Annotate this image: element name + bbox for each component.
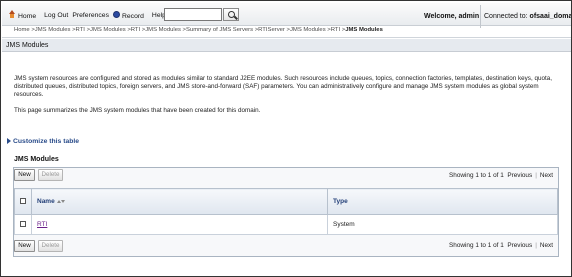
select-all-header[interactable] (14, 188, 32, 215)
search-input[interactable] (164, 8, 222, 21)
welcome-text: Welcome, admin (424, 13, 480, 20)
select-all-checkbox[interactable] (20, 197, 26, 204)
breadcrumb-links[interactable]: Home >JMS Modules >RTI >JMS Modules >RTI… (14, 27, 345, 33)
sort-icon[interactable] (56, 199, 65, 203)
home-icon (8, 10, 16, 18)
page-title: JMS Modules (6, 42, 49, 49)
row-select-cell (14, 214, 32, 235)
page-title-bar (2, 39, 571, 52)
connected-text: Connected to: ofsaai_domain (484, 13, 572, 20)
connected-label: Connected to: (484, 13, 528, 20)
page-description: JMS system resources are configured and … (14, 75, 552, 98)
expand-triangle-icon (7, 138, 11, 145)
pagination-bottom: Showing 1 to 1 of 1 Previous | Next (449, 242, 553, 249)
table-toolbar-top: New Delete Showing 1 to 1 of 1 Previous |… (14, 169, 558, 185)
breadcrumb: Home >JMS Modules >RTI >JMS Modules >RTI… (14, 27, 383, 33)
column-header-name[interactable]: Name (31, 188, 328, 215)
table-title: JMS Modules (14, 156, 59, 163)
home-link[interactable]: Home (8, 10, 40, 20)
table-toolbar-bottom: New Delete Showing 1 to 1 of 1 Previous |… (14, 238, 558, 254)
name-cell: RTI (31, 214, 328, 235)
header-divider (480, 5, 481, 28)
jms-modules-table: Name Type RTI System (14, 188, 558, 235)
row-checkbox[interactable] (20, 220, 26, 227)
breadcrumb-current: JMS Modules (345, 27, 383, 33)
name-header-label: Name (37, 198, 55, 205)
previous-link-bottom[interactable]: Previous (507, 242, 532, 249)
paging-divider-bottom: | (535, 242, 537, 249)
page-summary: This page summarizes the JMS system modu… (14, 107, 261, 114)
paging-divider: | (535, 172, 537, 179)
header-bar: Home Log Out Preferences Record Help Wel… (2, 3, 572, 28)
delete-button[interactable]: Delete (38, 169, 63, 181)
record-link[interactable]: Record (112, 10, 148, 20)
new-button-bottom[interactable]: New (14, 240, 35, 252)
logout-link[interactable]: Log Out (44, 12, 68, 19)
table-header-row: Name Type (14, 188, 558, 215)
pagination: Showing 1 to 1 of 1 Previous | Next (449, 172, 553, 179)
paging-summary-bottom: Showing 1 to 1 of 1 (449, 242, 504, 249)
domain-name: ofsaai_domain (529, 13, 572, 20)
paging-summary: Showing 1 to 1 of 1 (449, 172, 504, 179)
home-label: Home (18, 13, 37, 20)
delete-button-bottom[interactable]: Delete (38, 240, 63, 252)
breadcrumb-divider (2, 37, 571, 38)
table-row: RTI System (14, 214, 558, 235)
next-link-bottom[interactable]: Next (540, 242, 553, 249)
record-label: Record (121, 12, 144, 20)
previous-link[interactable]: Previous (507, 172, 532, 179)
record-icon (112, 10, 120, 18)
header-nav: Home Log Out Preferences Record Help (8, 10, 170, 20)
type-cell: System (327, 214, 558, 235)
preferences-link[interactable]: Preferences (72, 12, 109, 19)
customize-label: Customize this table (13, 138, 80, 145)
console-window: Home Log Out Preferences Record Help Wel… (0, 0, 572, 277)
new-button[interactable]: New (14, 169, 35, 181)
column-header-type[interactable]: Type (327, 188, 558, 215)
customize-table-link[interactable]: Customize this table (7, 138, 79, 145)
search-button[interactable] (223, 8, 239, 21)
module-link[interactable]: RTI (37, 221, 47, 228)
next-link[interactable]: Next (540, 172, 553, 179)
